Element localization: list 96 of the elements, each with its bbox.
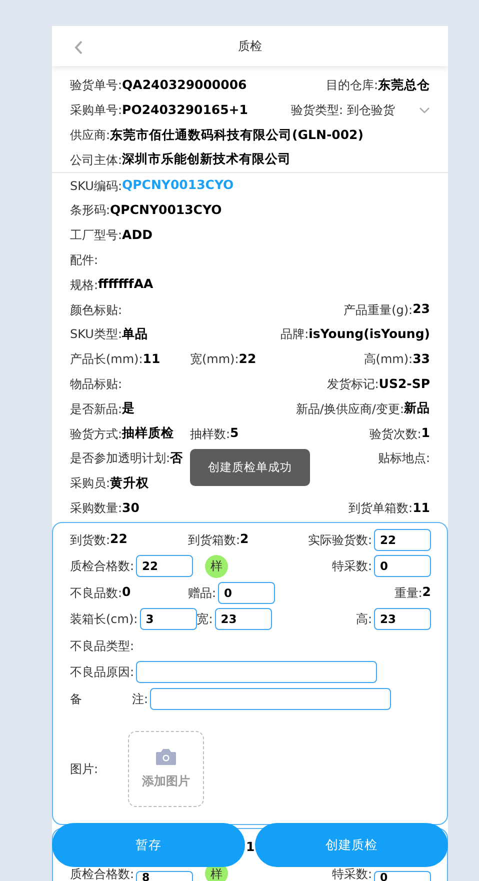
field-label: 质检合格数: xyxy=(70,558,134,576)
field-label: 质检合格数: xyxy=(70,866,134,881)
field-value: 1 xyxy=(246,838,255,856)
input-field[interactable]: 22 xyxy=(136,555,194,578)
field-value: 否 xyxy=(170,448,184,467)
field-value: 东莞市佰仕通数码科技有限公司(GLN-002) xyxy=(110,126,364,144)
field-value: 新品 xyxy=(404,399,430,418)
field-label: 图片: xyxy=(70,760,100,778)
field-value: 是 xyxy=(122,399,136,418)
field-label: 配件: xyxy=(70,252,98,269)
field-label: 到货单箱数: xyxy=(348,500,413,517)
field-label: 不良品类型: xyxy=(70,638,134,655)
input-field[interactable]: 22 xyxy=(374,528,431,551)
field-value: 11 xyxy=(412,498,430,517)
field-value: US2-SP xyxy=(378,374,430,393)
field-label: SKU类型: xyxy=(70,326,122,344)
field-value: 33 xyxy=(412,350,430,368)
field-value: 深圳市乐能创新技术有限公司 xyxy=(122,150,292,168)
field-value: isYoung(isYoung) xyxy=(308,324,430,343)
field-label: 高: xyxy=(356,611,372,628)
field-value: 黄升权 xyxy=(110,474,150,492)
field-label: 采购数量: xyxy=(70,500,122,517)
field-label: 规格: xyxy=(70,276,98,294)
field-label: 新品/换供应商/变更: xyxy=(296,400,404,418)
field-value: 抽样质检 xyxy=(122,424,174,442)
field-label: 公司主体: xyxy=(70,152,122,169)
field-value: QPCNY0013CYO xyxy=(110,201,222,219)
field-value: 2 xyxy=(240,530,249,548)
back-icon[interactable] xyxy=(74,38,83,56)
field-label: 特采数: xyxy=(332,866,372,881)
field-label: 实际验货数: xyxy=(308,532,372,549)
field-label: 物品标贴: xyxy=(70,376,122,393)
field-label: 贴标地点: xyxy=(378,450,430,468)
field-value: fffffffAA xyxy=(98,275,154,294)
input-field[interactable]: 3 xyxy=(140,608,197,630)
page-title: 质检 xyxy=(238,38,262,55)
field-value: 2 xyxy=(422,583,431,602)
field-label: SKU编码: xyxy=(70,178,122,195)
field-label: 宽: xyxy=(196,611,213,628)
field-label: 注: xyxy=(132,690,148,708)
field-label: 赠品: xyxy=(188,584,216,602)
field-label: 条形码: xyxy=(70,202,110,220)
type-select[interactable]: 到仓验货 xyxy=(343,101,430,120)
field-value: 11 xyxy=(142,350,160,368)
input-field[interactable]: 23 xyxy=(214,608,272,630)
field-label: 特采数: xyxy=(332,558,372,576)
input-field[interactable]: 0 xyxy=(374,870,431,881)
field-label: 抽样数: xyxy=(190,426,230,443)
field-value: 单品 xyxy=(122,324,148,343)
field-label: 宽(mm): xyxy=(190,351,239,368)
field-label: 是否新品: xyxy=(70,400,122,418)
field-label: 颜色标贴: xyxy=(70,302,122,319)
field-value: 22 xyxy=(238,350,256,368)
success-toast: 创建质检单成功 xyxy=(190,449,310,486)
field-value: 22 xyxy=(110,530,128,548)
field-label: 供应商: xyxy=(70,126,110,144)
field-value: 1 xyxy=(421,424,430,442)
chevron-down-icon xyxy=(419,106,430,114)
field-value: 5 xyxy=(230,424,239,442)
field-label: 品牌: xyxy=(280,326,309,344)
select-value: 到仓验货 xyxy=(347,102,395,120)
field-label: 目的仓库: xyxy=(326,77,378,94)
field-value: ADD xyxy=(122,226,152,244)
field-label: 采购员: xyxy=(70,475,110,492)
field-label: 验货单号: xyxy=(70,77,122,94)
field-label: 验货次数: xyxy=(369,426,422,443)
field-label: 重量: xyxy=(394,584,422,602)
field-label: 到货箱数: xyxy=(188,532,240,549)
field-label: 高(mm): xyxy=(364,351,413,368)
input-field[interactable]: 0 xyxy=(218,582,276,604)
input-field[interactable] xyxy=(150,688,391,710)
input-field[interactable] xyxy=(136,661,378,684)
field-value: 东莞总仓 xyxy=(378,76,430,94)
field-label: 采购单号: xyxy=(70,102,122,120)
field-label: 不良品数: xyxy=(70,584,122,602)
field-label: 备 xyxy=(70,690,82,708)
input-field[interactable]: 23 xyxy=(374,608,431,630)
input-field[interactable]: 8 xyxy=(136,870,194,881)
field-label: 产品长(mm): xyxy=(70,351,143,368)
input-field[interactable]: 0 xyxy=(374,555,431,578)
field-value: 23 xyxy=(412,300,430,318)
field-value: QA240329000006 xyxy=(122,76,247,94)
field-label: 工厂型号: xyxy=(70,227,122,244)
field-value: PO2403290165+1 xyxy=(122,100,248,119)
field-value: 0 xyxy=(122,583,131,602)
field-label: 是否参加透明计划: xyxy=(70,450,170,468)
field-label: 不良品原因: xyxy=(70,664,134,682)
field-value: 30 xyxy=(122,498,140,517)
field-label: 验货类型: xyxy=(290,102,343,120)
field-label: 发货标记: xyxy=(326,376,379,393)
field-label: 装箱长(cm): xyxy=(70,611,138,628)
field-label: 产品重量(g): xyxy=(344,302,413,319)
field-label: 验货方式: xyxy=(70,426,122,443)
sample-badge: 样 xyxy=(205,554,228,578)
camera-icon xyxy=(155,747,177,766)
field-label: 到货数: xyxy=(70,532,110,549)
